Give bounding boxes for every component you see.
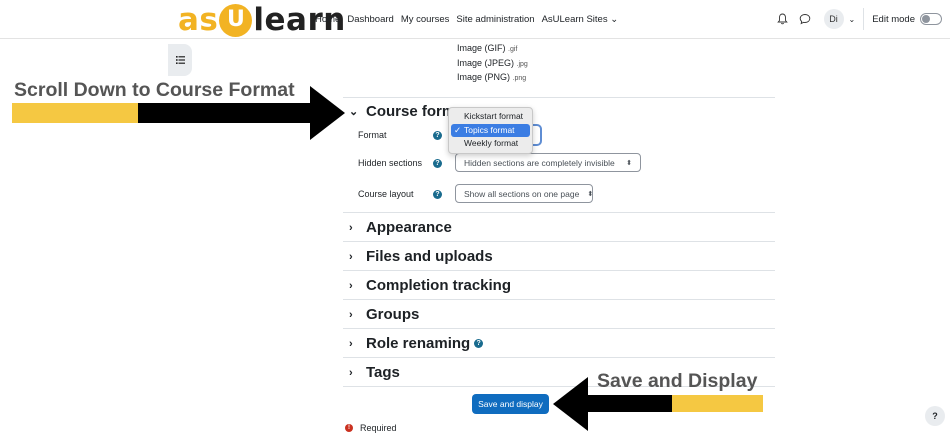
nav-home[interactable]: Home (315, 14, 340, 25)
select-caret-icon: ⬍ (587, 190, 594, 198)
format-option-weekly[interactable]: Weekly format (451, 137, 530, 151)
hidden-sections-value: Hidden sections are completely invisible (464, 157, 615, 168)
chevron-right-icon: › (349, 250, 353, 263)
chevron-right-icon: › (349, 366, 353, 379)
toggle-knob (922, 15, 930, 23)
nav-dashboard[interactable]: Dashboard (347, 14, 393, 25)
course-layout-value: Show all sections on one page (464, 188, 580, 199)
nav-asulearn-sites[interactable]: AsULearn Sites ⌄ (542, 14, 619, 25)
callout-bar-black (138, 103, 312, 123)
save-and-display-button[interactable]: Save and display (472, 394, 549, 414)
section-title: Role renaming (366, 335, 471, 352)
callout-scroll-down: Scroll Down to Course Format (14, 79, 295, 101)
hidden-sections-select[interactable]: Hidden sections are completely invisible… (455, 153, 641, 172)
format-label: Format (358, 130, 387, 140)
callout-bar-yellow (12, 103, 138, 123)
hidden-sections-label: Hidden sections (358, 158, 423, 168)
format-option-topics[interactable]: ✓ Topics format (451, 123, 530, 137)
section-divider (343, 241, 775, 242)
help-icon[interactable]: ? (433, 159, 442, 168)
format-option-kickstart[interactable]: Kickstart format (451, 110, 530, 124)
edit-mode-label: Edit mode (872, 13, 915, 25)
nav-my-courses[interactable]: My courses (401, 14, 450, 25)
arrow-right-icon (310, 86, 345, 140)
help-icon[interactable]: ? (433, 190, 442, 199)
primary-navigation: Home Dashboard My courses Site administr… (315, 14, 618, 25)
section-course-format-header[interactable]: ⌄ Course form (349, 103, 455, 120)
user-navigation: Di ⌄ Edit mode (774, 8, 942, 30)
course-index-icon (175, 51, 185, 69)
chat-icon[interactable] (796, 10, 814, 28)
callout-bar-yellow (672, 395, 763, 412)
arrow-left-icon (553, 377, 588, 431)
file-type-item: Image (GIF) .gif (457, 43, 518, 53)
file-type-item: Image (PNG) .png (457, 72, 527, 82)
bell-icon[interactable] (774, 10, 792, 28)
edit-mode-toggle[interactable] (920, 13, 942, 25)
chevron-right-icon: › (349, 279, 353, 292)
section-title: Completion tracking (366, 277, 512, 294)
section-divider (343, 328, 775, 329)
accepted-file-types: Image (GIF) .gif Image (JPEG) .jpg Image… (457, 42, 528, 86)
section-title: Tags (366, 364, 400, 381)
section-tags-header[interactable]: › Tags (349, 364, 400, 381)
nav-divider (863, 8, 865, 30)
section-role-renaming-header[interactable]: › Role renaming ? (349, 335, 484, 352)
user-avatar[interactable]: Di (823, 9, 844, 29)
section-divider (343, 212, 775, 213)
navbar: as U learn Home Dashboard My courses Sit… (0, 0, 950, 39)
chevron-right-icon: › (349, 308, 353, 321)
select-caret-icon: ⬍ (626, 159, 632, 167)
section-completion-tracking-header[interactable]: › Completion tracking (349, 277, 511, 294)
required-legend: ! Required (345, 423, 397, 433)
section-title: Files and uploads (366, 248, 493, 265)
section-appearance-header[interactable]: › Appearance (349, 219, 452, 236)
course-layout-label: Course layout (358, 189, 414, 199)
logo-as: as (178, 2, 219, 38)
section-divider (343, 270, 775, 271)
chevron-down-icon: ⌄ (349, 106, 359, 118)
help-icon[interactable]: ? (433, 131, 442, 140)
nav-site-administration[interactable]: Site administration (456, 14, 534, 25)
logo-u-badge: U (219, 3, 253, 37)
course-layout-select[interactable]: Show all sections on one page ⬍ (455, 184, 593, 203)
chevron-right-icon: › (349, 221, 353, 234)
callout-bar-black (588, 395, 672, 412)
help-icon[interactable]: ? (474, 339, 484, 348)
callout-save-display: Save and Display (597, 370, 758, 392)
logo-u-letter: U (226, 7, 245, 32)
section-divider (343, 299, 775, 300)
check-icon: ✓ (454, 124, 462, 135)
course-index-toggle[interactable] (168, 44, 192, 76)
section-divider (343, 357, 775, 358)
format-dropdown-menu: Kickstart format ✓ Topics format Weekly f… (448, 107, 533, 154)
required-label: Required (360, 423, 397, 433)
section-groups-header[interactable]: › Groups (349, 306, 419, 323)
section-title: Groups (366, 306, 420, 323)
section-title: Course form (366, 103, 456, 120)
chevron-down-icon[interactable]: ⌄ (849, 15, 856, 24)
chevron-right-icon: › (349, 337, 353, 350)
question-icon[interactable]: ? (925, 406, 945, 426)
section-title: Appearance (366, 219, 452, 236)
file-type-item: Image (JPEG) .jpg (457, 57, 528, 68)
required-icon: ! (345, 424, 353, 432)
section-divider (343, 97, 775, 98)
section-files-uploads-header[interactable]: › Files and uploads (349, 248, 493, 265)
